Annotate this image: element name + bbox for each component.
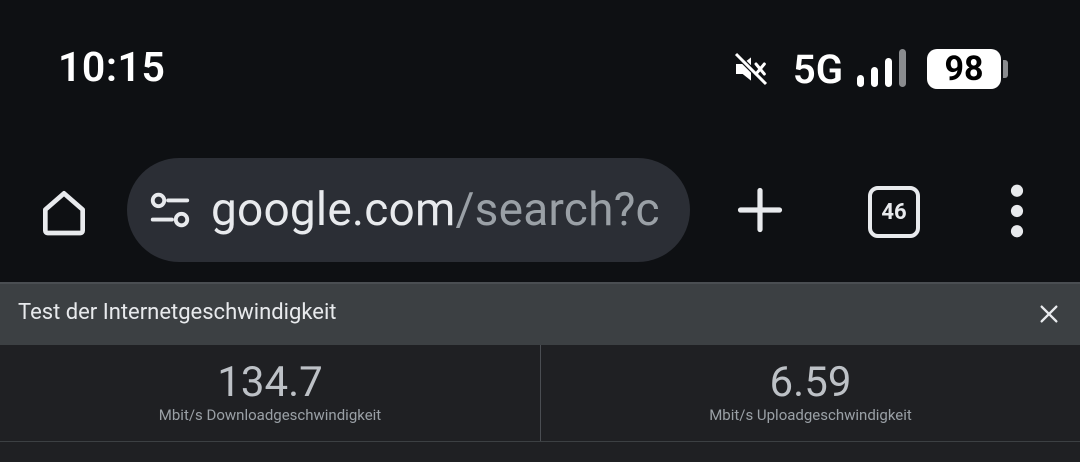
speed-test-results: 134.7 Mbit/s Downloadgeschwindigkeit 6.5… [0,345,1080,442]
status-icons: 5G 98 [731,45,1008,93]
url-path: /search?c [455,183,660,237]
speed-test-title: Test der Internetgeschwindigkeit [18,300,337,325]
bottom-strip [0,442,1080,462]
upload-label: Mbit/s Uploadgeschwindigkeit [709,406,912,424]
tabs-button[interactable]: 46 [868,186,920,238]
battery-tip [1003,60,1008,78]
upload-result: 6.59 Mbit/s Uploadgeschwindigkeit [541,345,1080,441]
url-text[interactable]: google.com/search?c [211,183,660,237]
battery-level: 98 [927,49,1001,89]
network-type: 5G [792,45,843,93]
upload-value: 6.59 [769,358,852,407]
clock: 10:15 [58,44,166,92]
signal-icon [857,49,906,87]
address-bar[interactable]: google.com/search?c [127,158,690,262]
speed-test-header: Test der Internetgeschwindigkeit [0,282,1080,345]
mute-icon [733,52,768,86]
download-value: 134.7 [217,358,323,407]
url-host: google.com [211,183,456,237]
download-result: 134.7 Mbit/s Downloadgeschwindigkeit [0,345,540,441]
close-icon[interactable] [1038,303,1060,325]
plus-icon[interactable] [734,184,786,236]
status-bar: 10:15 5G 98 [0,0,1080,140]
home-icon[interactable] [36,184,92,240]
download-label: Mbit/s Downloadgeschwindigkeit [158,406,382,424]
battery-icon: 98 [927,49,1008,89]
browser-toolbar: google.com/search?c 46 [0,140,1080,282]
tabs-count: 46 [881,199,907,225]
more-vert-icon[interactable] [1004,184,1030,238]
tune-icon[interactable] [147,187,193,233]
